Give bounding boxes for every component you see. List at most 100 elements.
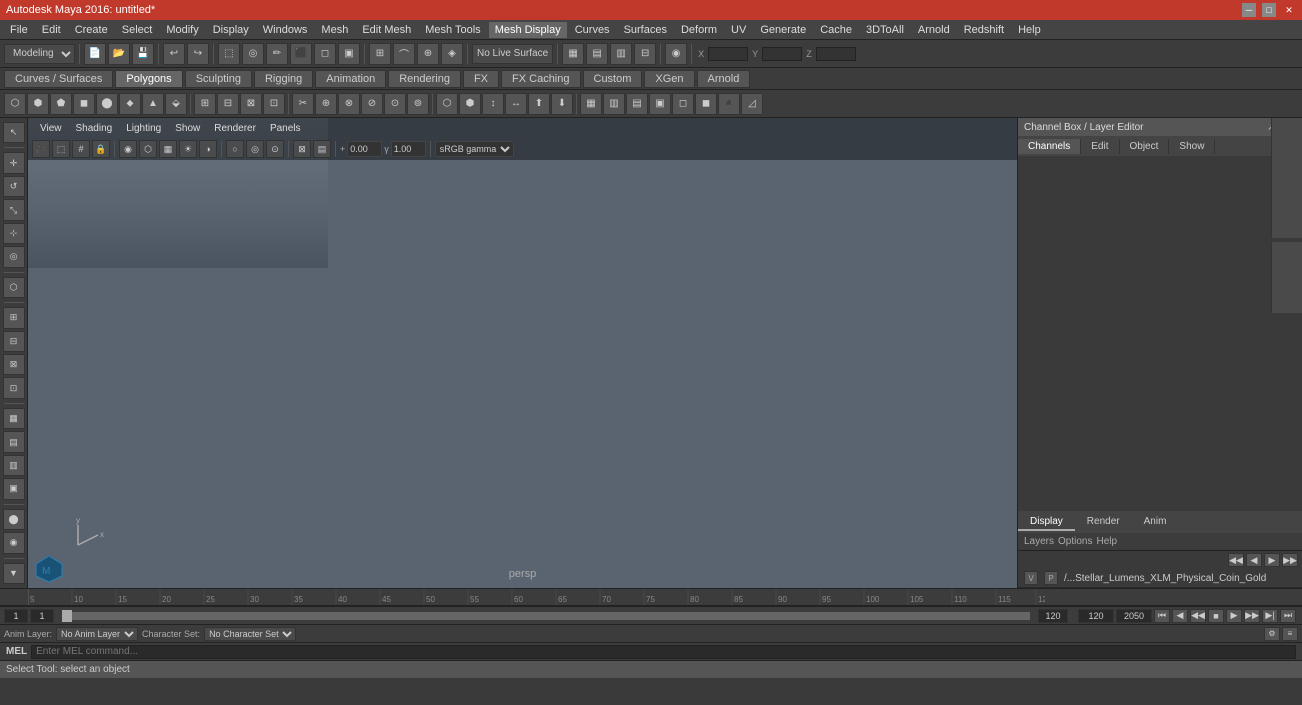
vp-frame-btn[interactable]: ⬚ [52, 140, 70, 158]
poly-btn24[interactable]: ⬇ [551, 93, 573, 115]
poly-btn23[interactable]: ⬆ [528, 93, 550, 115]
color-mode-dropdown[interactable]: sRGB gamma [435, 141, 514, 157]
menu-deform[interactable]: Deform [675, 22, 723, 38]
viewport[interactable]: View Shading Lighting Show Renderer Pane… [28, 118, 1017, 588]
char-set-dropdown[interactable]: No Character Set [204, 627, 296, 641]
play-btn-end[interactable]: ⏭ [1280, 609, 1296, 623]
z-field[interactable] [816, 47, 856, 61]
save-btn[interactable]: 💾 [132, 43, 154, 65]
menu-surfaces[interactable]: Surfaces [618, 22, 673, 38]
poly-btn4[interactable]: ◼ [73, 93, 95, 115]
menu-mesh-display[interactable]: Mesh Display [489, 22, 567, 38]
poly-btn8[interactable]: ⬙ [165, 93, 187, 115]
poly-btn28[interactable]: ▣ [649, 93, 671, 115]
no-live-surface[interactable]: No Live Surface [472, 44, 553, 64]
tab-fx-caching[interactable]: FX Caching [501, 70, 580, 88]
vp-ao-btn[interactable]: ○ [226, 140, 244, 158]
poly-btn27[interactable]: ▤ [626, 93, 648, 115]
lt-btn11[interactable]: ◉ [3, 532, 25, 553]
menu-edit[interactable]: Edit [36, 22, 67, 38]
new-btn[interactable]: 📄 [84, 43, 106, 65]
snap-surface[interactable]: ◈ [441, 43, 463, 65]
menu-mesh-tools[interactable]: Mesh Tools [419, 22, 486, 38]
lc-btn2[interactable]: ◀ [1246, 553, 1262, 567]
la-tab-help[interactable]: Help [1096, 536, 1117, 547]
poly-btn22[interactable]: ↔ [505, 93, 527, 115]
poly-btn6[interactable]: ⬥ [119, 93, 141, 115]
play-btn-ff[interactable]: ▶▶ [1244, 609, 1260, 623]
vp-menu-view[interactable]: View [34, 121, 68, 136]
poly-btn11[interactable]: ⊠ [240, 93, 262, 115]
end-frame-input[interactable] [1078, 609, 1114, 623]
rotate-tool-btn[interactable]: ↺ [3, 176, 25, 197]
tab-curves-surfaces[interactable]: Curves / Surfaces [4, 70, 113, 88]
more-sel[interactable]: ▣ [338, 43, 360, 65]
poly-btn26[interactable]: ▥ [603, 93, 625, 115]
render-btn3[interactable]: ▥ [610, 43, 632, 65]
lt-btn2[interactable]: ⊞ [3, 307, 25, 328]
menu-redshift[interactable]: Redshift [958, 22, 1010, 38]
tab-rigging[interactable]: Rigging [254, 70, 313, 88]
paint-sel[interactable]: ✏ [266, 43, 288, 65]
vp-lights-btn[interactable]: ☀ [179, 140, 197, 158]
tab-rendering[interactable]: Rendering [388, 70, 461, 88]
vp-dof-btn[interactable]: ◎ [246, 140, 264, 158]
exposure-field[interactable]: 0.00 [347, 141, 382, 157]
open-btn[interactable]: 📂 [108, 43, 130, 65]
menu-generate[interactable]: Generate [754, 22, 812, 38]
play-btn-back[interactable]: ◀◀ [1190, 609, 1206, 623]
maximize-button[interactable]: □ [1262, 3, 1276, 17]
menu-curves[interactable]: Curves [569, 22, 616, 38]
render-btn1[interactable]: ▦ [562, 43, 584, 65]
menu-cache[interactable]: Cache [814, 22, 858, 38]
poly-btn5[interactable]: ⬤ [96, 93, 118, 115]
vp-menu-lighting[interactable]: Lighting [120, 121, 167, 136]
tab-channels[interactable]: Channels [1018, 139, 1081, 154]
poly-btn13[interactable]: ✂ [292, 93, 314, 115]
la-tab-options[interactable]: Options [1058, 536, 1092, 547]
lt-btn1[interactable]: ⬡ [3, 277, 25, 298]
lc-btn4[interactable]: ▶▶ [1282, 553, 1298, 567]
play-btn-start[interactable]: ⏮ [1154, 609, 1170, 623]
poly-btn29[interactable]: ◻ [672, 93, 694, 115]
poly-btn16[interactable]: ⊘ [361, 93, 383, 115]
lt-btn10[interactable]: ⬤ [3, 509, 25, 530]
window-controls[interactable]: ─ □ ✕ [1242, 3, 1296, 17]
vp-shadows-btn[interactable]: ◑ [199, 140, 217, 158]
vp-shading-btn[interactable]: ◉ [119, 140, 137, 158]
menu-modify[interactable]: Modify [160, 22, 204, 38]
status-icon1[interactable]: ⚙ [1264, 627, 1280, 641]
menu-arnold[interactable]: Arnold [912, 22, 956, 38]
poly-btn32[interactable]: ◿ [741, 93, 763, 115]
play-btn-stop[interactable]: ■ [1208, 609, 1224, 623]
poly-btn1[interactable]: ⬡ [4, 93, 26, 115]
playback-end-input[interactable] [1116, 609, 1152, 623]
vp-grid-btn[interactable]: # [72, 140, 90, 158]
menu-edit-mesh[interactable]: Edit Mesh [356, 22, 417, 38]
play-btn-prev[interactable]: ◀ [1172, 609, 1188, 623]
timeline-range[interactable] [62, 612, 1030, 620]
sel-by-comp[interactable]: ◻ [314, 43, 336, 65]
tab-xgen[interactable]: XGen [644, 70, 694, 88]
poly-btn14[interactable]: ⊕ [315, 93, 337, 115]
poly-btn31[interactable]: ◾ [718, 93, 740, 115]
lc-btn1[interactable]: ◀◀ [1228, 553, 1244, 567]
universal-tool-btn[interactable]: ⊹ [3, 223, 25, 244]
menu-windows[interactable]: Windows [257, 22, 314, 38]
poly-btn12[interactable]: ⊡ [263, 93, 285, 115]
layer-visibility-btn[interactable]: V [1024, 571, 1038, 585]
menu-display[interactable]: Display [207, 22, 255, 38]
lt-btn6[interactable]: ▦ [3, 408, 25, 429]
render-btn4[interactable]: ⊟ [634, 43, 656, 65]
lt-btn12[interactable]: ▼ [3, 563, 25, 584]
select-tool[interactable]: ⬚ [218, 43, 240, 65]
menu-help[interactable]: Help [1012, 22, 1047, 38]
poly-btn9[interactable]: ⊞ [194, 93, 216, 115]
lasso-tool[interactable]: ◎ [242, 43, 264, 65]
channel-box-tab[interactable]: Channel Box / Layer Editor [1271, 118, 1302, 238]
undo-btn[interactable]: ↩ [163, 43, 185, 65]
vp-camera-btn[interactable]: 🎥 [32, 140, 50, 158]
tab-edit[interactable]: Edit [1081, 139, 1119, 154]
minimize-button[interactable]: ─ [1242, 3, 1256, 17]
tab-animation[interactable]: Animation [315, 70, 386, 88]
